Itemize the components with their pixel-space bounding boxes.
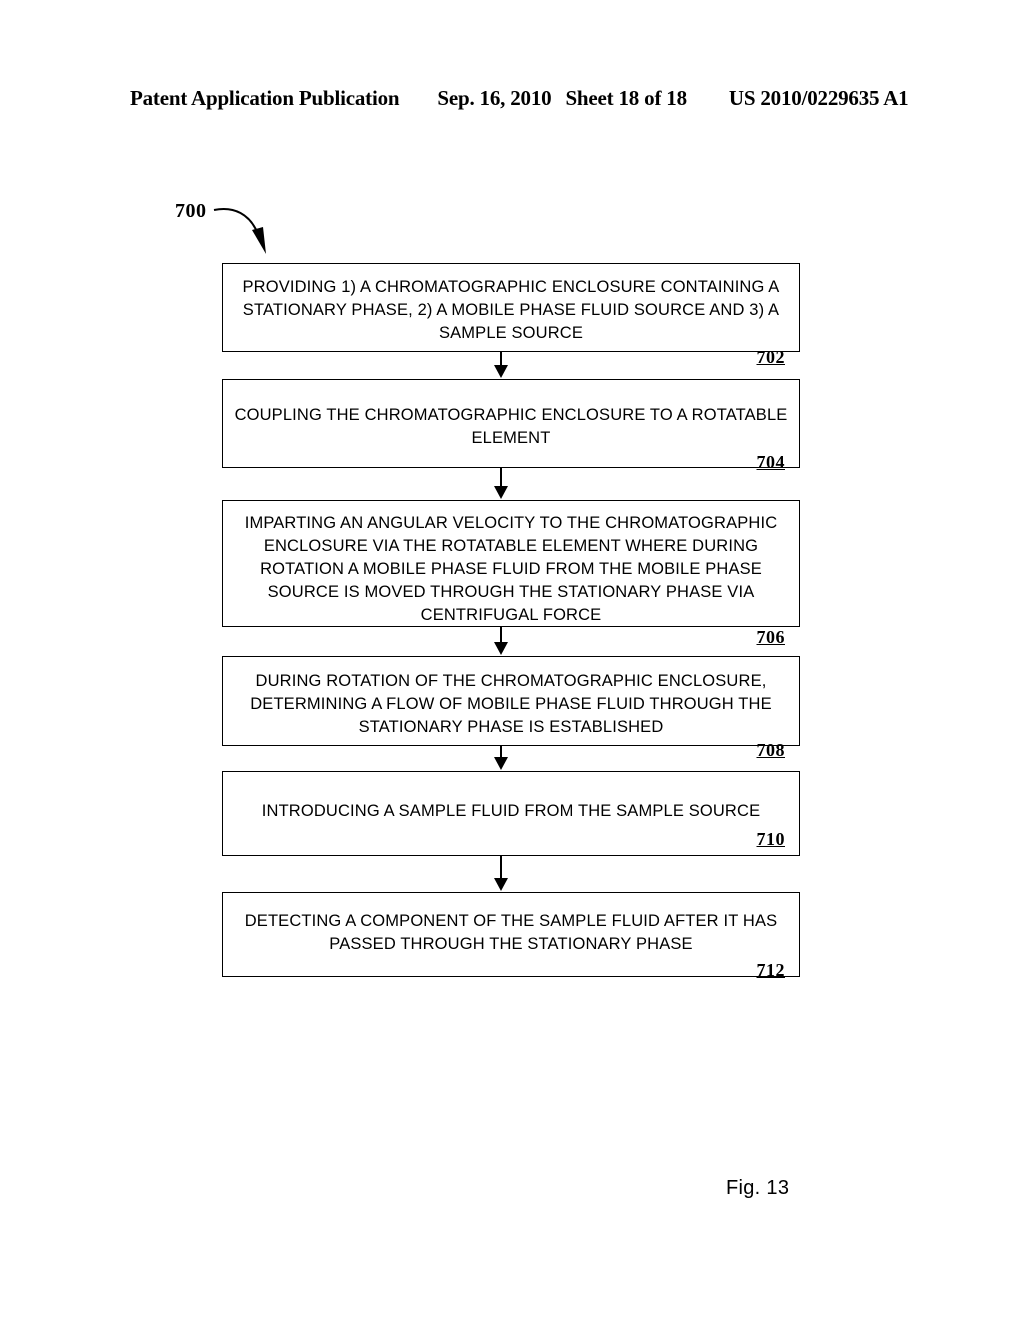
flow-step-706-number: 706 <box>756 627 785 647</box>
connector-arrow-706-to-708 <box>493 627 509 656</box>
flow-step-702-text: PROVIDING 1) A CHROMATOGRAPHIC ENCLOSURE… <box>242 278 780 342</box>
flow-step-710-number: 710 <box>756 829 785 849</box>
connector-arrow-708-to-710 <box>493 746 509 771</box>
arrowhead-icon <box>494 365 508 378</box>
flow-step-708-number: 708 <box>756 740 785 760</box>
flow-step-710: INTRODUCING A SAMPLE FLUID FROM THE SAMP… <box>222 771 800 856</box>
flow-step-706-text: IMPARTING AN ANGULAR VELOCITY TO THE CHR… <box>244 514 778 624</box>
flow-step-710-text: INTRODUCING A SAMPLE FLUID FROM THE SAMP… <box>261 802 761 820</box>
flow-step-704-number: 704 <box>756 452 785 472</box>
connector-arrow-704-to-706 <box>493 468 509 500</box>
connector-stem <box>500 856 502 880</box>
flow-step-712-number: 712 <box>756 960 785 980</box>
diagram-reference-label: 700 <box>175 200 207 222</box>
flow-step-708-text: DURING ROTATION OF THE CHROMATOGRAPHIC E… <box>250 672 772 736</box>
flow-step-706: IMPARTING AN ANGULAR VELOCITY TO THE CHR… <box>222 500 800 647</box>
connector-arrow-702-to-704 <box>493 352 509 379</box>
flow-step-704: COUPLING THE CHROMATOGRAPHIC ENCLOSURE T… <box>222 379 800 472</box>
flow-step-704-text: COUPLING THE CHROMATOGRAPHIC ENCLOSURE T… <box>234 406 788 447</box>
flowchart-figure: 700 PROVIDING 1) A CHROMATOGRAPHIC ENCLO… <box>0 0 1024 1320</box>
flow-step-712: DETECTING A COMPONENT OF THE SAMPLE FLUI… <box>222 892 800 980</box>
arrowhead-icon <box>494 486 508 499</box>
connector-arrow-710-to-712 <box>493 856 509 892</box>
figure-caption: Fig. 13 <box>726 1177 790 1199</box>
flow-step-702: PROVIDING 1) A CHROMATOGRAPHIC ENCLOSURE… <box>222 263 800 367</box>
flow-step-708: DURING ROTATION OF THE CHROMATOGRAPHIC E… <box>222 656 800 760</box>
arrowhead-icon <box>494 878 508 891</box>
flow-step-702-number: 702 <box>756 347 785 367</box>
arrowhead-icon <box>494 757 508 770</box>
flow-step-712-text: DETECTING A COMPONENT OF THE SAMPLE FLUI… <box>244 912 778 953</box>
arrowhead-icon <box>494 642 508 655</box>
leader-line-arrow-icon <box>213 208 266 254</box>
connector-stem <box>500 468 502 488</box>
